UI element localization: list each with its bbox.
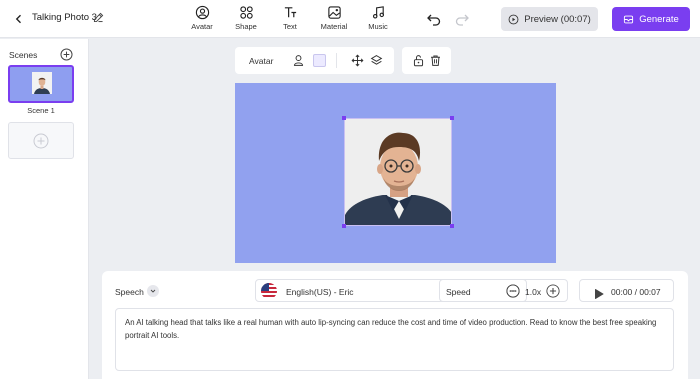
top-bar: Talking Photo 3 Avatar Shape Text Materi… <box>0 0 700 38</box>
scene-thumbnail <box>32 72 52 94</box>
toolbar-divider <box>336 53 337 68</box>
music-icon <box>372 6 384 19</box>
resize-handle[interactable] <box>342 116 346 120</box>
resize-handle[interactable] <box>342 224 346 228</box>
resize-handle[interactable] <box>450 116 454 120</box>
tool-text[interactable]: Text <box>268 5 312 35</box>
trash-icon[interactable] <box>429 54 442 67</box>
tool-shape-label: Shape <box>235 22 257 31</box>
background-color-swatch[interactable] <box>313 54 326 67</box>
chevron-down-icon[interactable] <box>147 285 159 297</box>
speech-text-input[interactable]: An AI talking head that talks like a rea… <box>115 308 674 371</box>
scene-name-1: Scene 1 <box>27 106 55 115</box>
text-icon <box>284 7 296 18</box>
preview-label: Preview (00:07) <box>524 13 591 25</box>
person-icon[interactable] <box>292 54 305 67</box>
voice-name: English(US) - Eric <box>286 287 354 297</box>
material-icon <box>327 6 341 19</box>
video-canvas[interactable] <box>235 83 556 263</box>
undo-icon[interactable] <box>426 11 442 27</box>
tool-music[interactable]: Music <box>356 5 400 35</box>
generate-icon <box>624 15 634 23</box>
play-circle-icon <box>508 14 519 24</box>
canvas-toolbar: Avatar <box>235 47 394 74</box>
layers-icon[interactable] <box>370 54 383 67</box>
scenes-sidebar: Scenes Scene 1 <box>0 39 89 379</box>
play-icon[interactable] <box>594 286 604 299</box>
plus-circle-icon <box>33 133 49 148</box>
minus-icon[interactable] <box>506 284 520 298</box>
speech-label: Speech <box>115 287 144 297</box>
avatar-icon <box>195 5 209 20</box>
shape-icon <box>239 6 253 19</box>
us-flag-icon <box>261 283 277 299</box>
playback-time: 00:00 / 00:07 <box>611 287 661 297</box>
speed-control: Speed 1.0x <box>439 279 568 302</box>
tool-avatar[interactable]: Avatar <box>180 5 224 35</box>
back-icon[interactable] <box>10 10 28 28</box>
preview-button[interactable]: Preview (00:07) <box>501 7 598 31</box>
speed-value: 1.0x <box>525 287 542 297</box>
element-type-label: Avatar <box>249 56 274 66</box>
tool-material[interactable]: Material <box>312 5 356 35</box>
resize-handle[interactable] <box>450 224 454 228</box>
project-title: Talking Photo 3 <box>32 12 97 23</box>
scenes-label: Scenes <box>9 50 38 60</box>
plus-icon[interactable] <box>546 284 560 298</box>
scene-card-1[interactable] <box>8 65 74 103</box>
new-scene-button[interactable] <box>8 122 74 159</box>
move-icon[interactable] <box>351 54 364 67</box>
tool-shape[interactable]: Shape <box>224 5 268 35</box>
audio-player: 00:00 / 00:07 <box>579 279 674 302</box>
canvas-toolbar-actions <box>402 47 451 74</box>
tool-music-label: Music <box>368 22 388 31</box>
redo-icon[interactable] <box>454 11 470 27</box>
tool-text-label: Text <box>283 22 297 31</box>
speech-panel: Speech English(US) - Eric Speed 1.0x 00:… <box>102 271 688 379</box>
generate-label: Generate <box>639 13 679 25</box>
tool-avatar-label: Avatar <box>191 22 213 31</box>
add-scene-icon[interactable] <box>60 48 73 61</box>
unlock-icon[interactable] <box>412 54 425 67</box>
generate-button[interactable]: Generate <box>612 7 690 31</box>
tool-material-label: Material <box>320 22 348 31</box>
avatar-photo[interactable] <box>344 118 452 226</box>
speed-label: Speed <box>446 287 471 297</box>
edit-title-icon[interactable] <box>92 11 106 25</box>
